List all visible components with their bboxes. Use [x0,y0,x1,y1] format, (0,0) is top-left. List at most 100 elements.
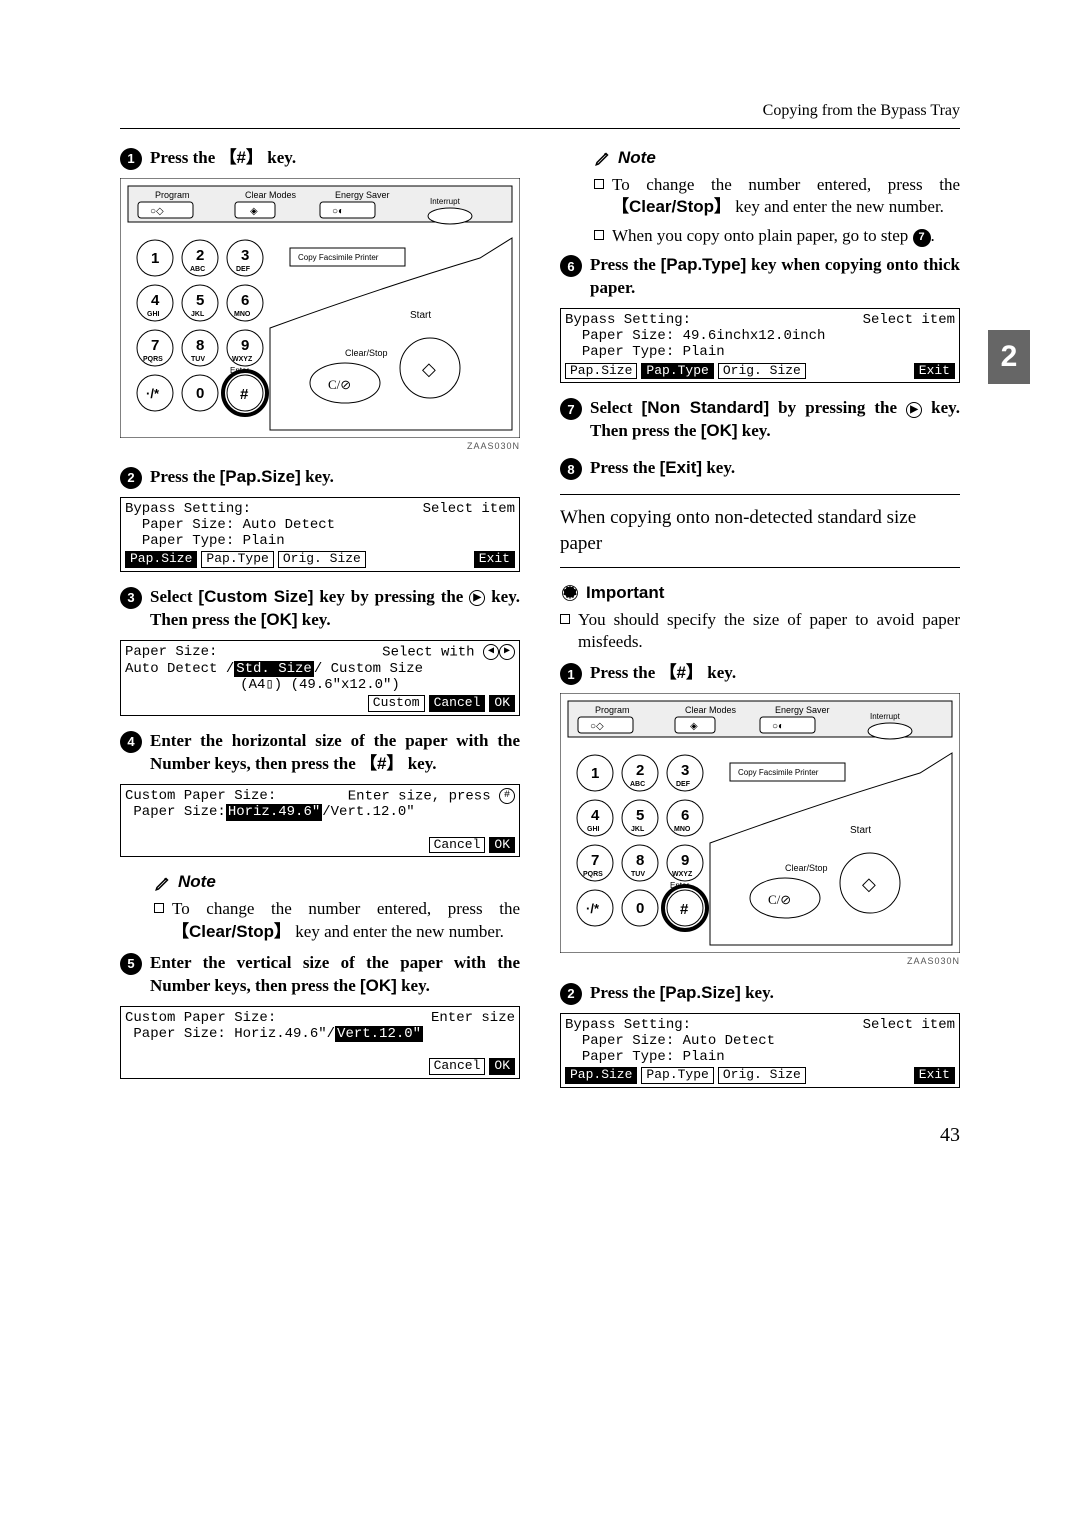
lcd-button: Pap.Type [641,363,713,380]
svg-text:Energy Saver: Energy Saver [335,190,390,200]
svg-text:4: 4 [151,292,160,309]
svg-text:#: # [240,386,249,403]
lcd-screen: Custom Paper Size:Enter size, press # Pa… [120,784,520,858]
svg-text:0: 0 [636,900,644,917]
svg-text:MNO: MNO [234,311,251,318]
svg-text:3: 3 [681,762,689,779]
gear-icon [560,583,580,603]
right-arrow-icon: ▶ [469,590,485,606]
svg-text:Clear Modes: Clear Modes [245,190,297,200]
svg-text:MNO: MNO [674,826,691,833]
step-text: key. [301,467,334,486]
note-text: When you copy onto plain paper, go to st… [612,225,935,248]
lcd-screen: Bypass Setting:Select item Paper Size: A… [120,497,520,572]
square-bullet-icon [594,230,604,240]
svg-text:·/*: ·/* [586,901,600,916]
step-text: key. [741,983,774,1002]
note-heading: Note [154,871,520,894]
page-number: 43 [120,1122,960,1149]
svg-text:Energy Saver: Energy Saver [775,705,830,715]
key-label: [Pap.Size] [660,983,741,1002]
svg-text:8: 8 [196,337,204,354]
svg-text:DEF: DEF [676,781,691,788]
lcd-screen: Custom Paper Size:Enter size Paper Size:… [120,1006,520,1079]
square-bullet-icon [594,179,604,189]
lcd-button: OK [489,837,515,854]
step-text: key. [738,421,771,440]
svg-text:1: 1 [591,765,599,782]
lcd-button: Orig. Size [718,1067,806,1084]
lcd-button: Custom [368,695,425,712]
lcd-button: Pap.Type [201,551,273,568]
key-label: [OK] [360,976,397,995]
svg-text:7: 7 [591,852,599,869]
svg-text:GHI: GHI [147,311,160,318]
note-text: To change the number entered, press the … [172,898,520,944]
square-bullet-icon [154,903,164,913]
step-text: Press the [590,458,660,477]
key-label: [Pap.Type] [661,255,747,274]
svg-text:C/⊘: C/⊘ [768,892,791,907]
key-label: [Exit] [660,458,703,477]
lcd-button: Exit [914,363,955,380]
note-text: To change the number entered, press the … [612,174,960,220]
svg-text:◈: ◈ [250,206,258,217]
svg-text:Program: Program [595,705,630,715]
important-text: You should specify the size of paper to … [578,609,960,655]
svg-text:5: 5 [196,292,204,309]
note-heading: Note [594,147,960,170]
svg-text:Interrupt: Interrupt [870,712,901,721]
step-text: key. [397,976,430,995]
step-number: 7 [560,398,582,420]
keypad-diagram: Program Clear Modes Energy Saver ○◇ ◈ ○◐… [560,693,960,953]
pencil-icon [154,874,172,892]
step-text: Enter the horizontal size of the paper w… [150,731,520,773]
hash-key-label: 【#】 [660,663,703,682]
step-number: 4 [120,731,142,753]
step-text: Enter the vertical size of the paper wit… [150,953,520,995]
step-text: key. [263,148,296,167]
svg-text:4: 4 [591,807,600,824]
svg-text:0: 0 [196,385,204,402]
svg-text:Clear/Stop: Clear/Stop [345,348,388,358]
svg-text:Program: Program [155,190,190,200]
svg-text:5: 5 [636,807,644,824]
step-text: Press the [590,983,660,1002]
svg-text:○◇: ○◇ [590,721,604,732]
svg-text:GHI: GHI [587,826,600,833]
diagram-code: ZAAS030N [560,955,960,967]
keypad-diagram: Program Clear Modes Energy Saver ○◇ ◈ ○◐… [120,178,520,438]
step-text: Press the [150,467,220,486]
section-heading: When copying onto non-detected standard … [560,494,960,567]
lcd-button: Cancel [429,837,486,854]
svg-text:2: 2 [636,762,644,779]
lcd-screen: Bypass Setting:Select item Paper Size: 4… [560,308,960,383]
svg-text:Interrupt: Interrupt [430,197,461,206]
step-number: 8 [560,458,582,480]
step-number: 1 [560,663,582,685]
step-text: Press the [590,255,661,274]
step-text: Press the [590,663,660,682]
lcd-button: Orig. Size [278,551,366,568]
svg-text:8: 8 [636,852,644,869]
step-text: Press the [150,148,220,167]
svg-text:PQRS: PQRS [583,871,603,878]
svg-text:6: 6 [241,292,249,309]
svg-text:#: # [680,901,689,918]
step-text: by pressing the [769,398,906,417]
lcd-button: Orig. Size [718,363,806,380]
svg-text:Clear Modes: Clear Modes [685,705,737,715]
svg-text:Start: Start [850,825,871,836]
step-reference-icon: 7 [913,229,931,247]
key-label: [Custom Size] [198,587,313,606]
svg-text:○◐: ○◐ [772,721,784,732]
svg-text:Copy Facsimile Printer: Copy Facsimile Printer [738,768,819,777]
lcd-button: Pap.Type [641,1067,713,1084]
svg-text:◈: ◈ [690,721,698,732]
step-number: 2 [560,983,582,1005]
svg-text:1: 1 [151,250,159,267]
svg-text:PQRS: PQRS [143,356,163,363]
step-text: key by pressing the [313,587,469,606]
svg-text:9: 9 [241,337,249,354]
svg-text:3: 3 [241,247,249,264]
